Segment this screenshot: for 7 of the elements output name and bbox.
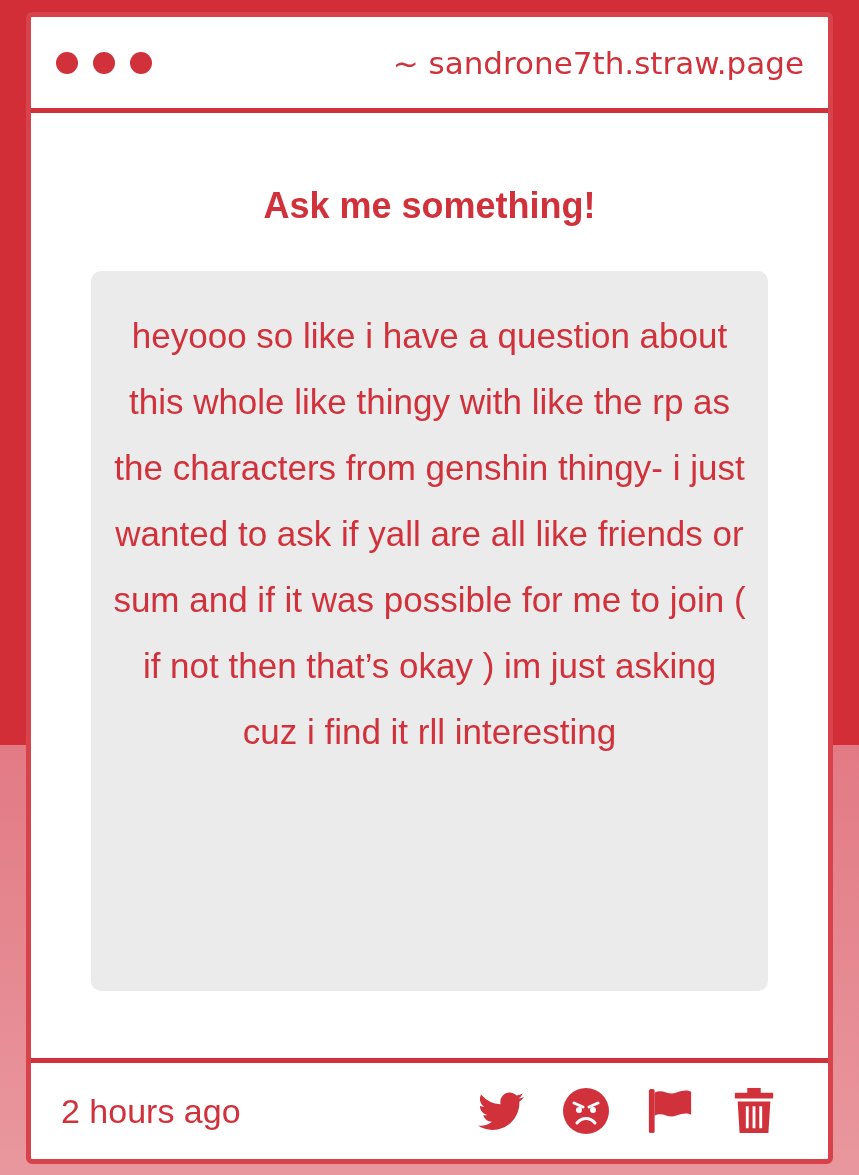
flag-icon[interactable] <box>646 1087 694 1135</box>
angry-face-icon[interactable] <box>562 1087 610 1135</box>
timestamp: 2 hours ago <box>61 1091 241 1131</box>
question-text: heyooo so like i have a question about this whole like thingy with like the rp as the characters from genshin thingy- i just wanted to ask if yall are all like friends or sum and if it was possible for me to join ( if not then that’s okay ) im just asking cuz i find it rll interesting <box>91 271 768 991</box>
title: Ask me something! <box>263 185 596 227</box>
window-dots-icon <box>55 50 153 75</box>
page-url: ~ sandrone7th.straw.page <box>392 44 804 81</box>
